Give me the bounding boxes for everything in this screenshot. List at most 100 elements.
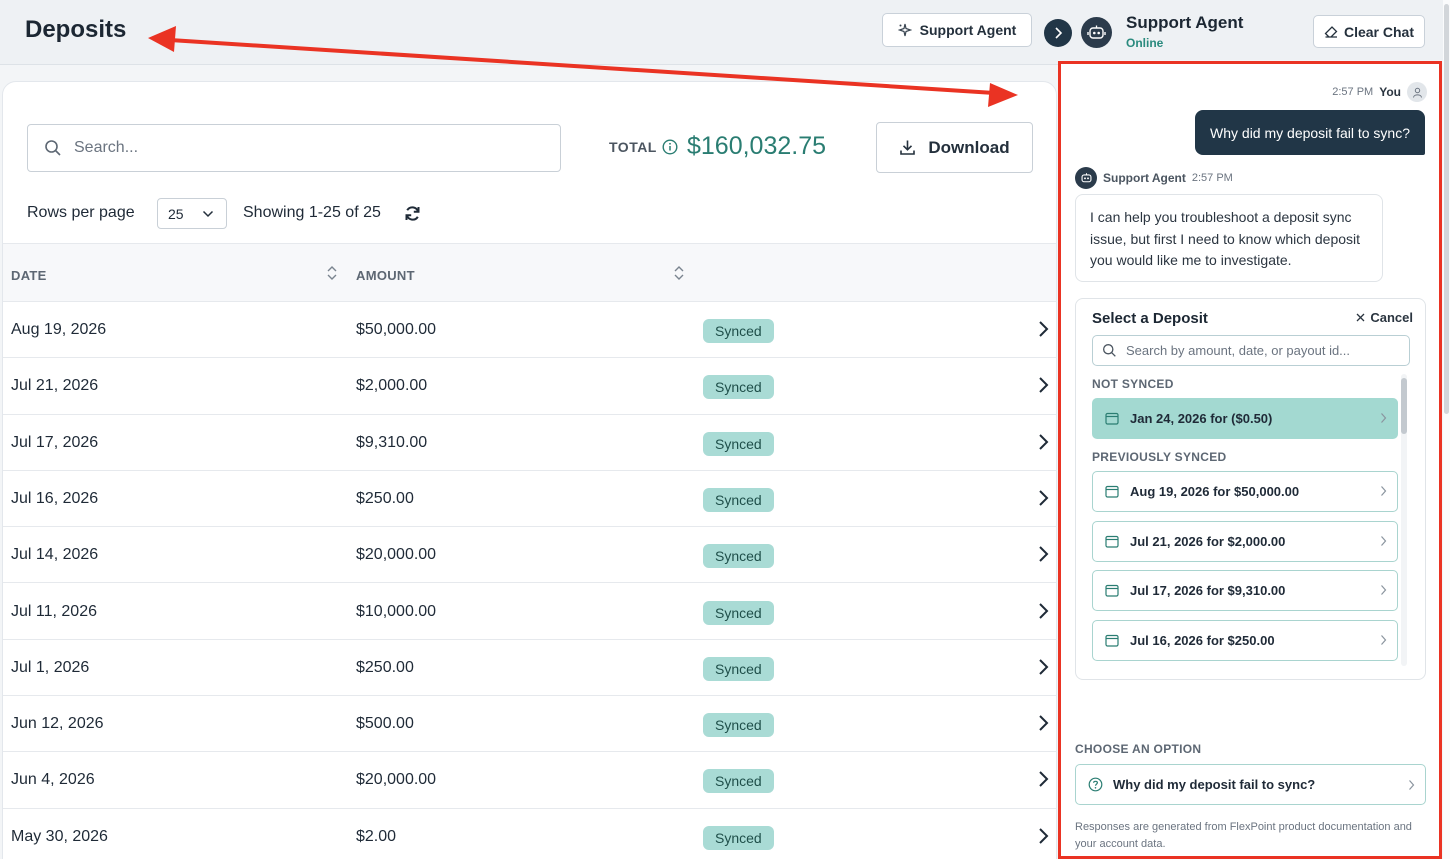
table-row[interactable]: Jul 17, 2026 $9,310.00 Synced	[3, 415, 1056, 471]
clear-chat-label: Clear Chat	[1343, 23, 1415, 40]
cancel-button[interactable]: Cancel	[1356, 310, 1413, 325]
user-message-time: 2:57 PM	[1332, 86, 1374, 98]
chevron-right-icon[interactable]	[1037, 376, 1049, 394]
pagination-summary: Showing 1-25 of 25	[243, 204, 381, 221]
sort-icon[interactable]	[326, 264, 338, 282]
total-amount: $160,032.75	[687, 132, 827, 160]
user-name: You	[1379, 85, 1401, 99]
page-scrollbar[interactable]	[1443, 0, 1450, 859]
deposit-selector: Select a Deposit Cancel NOT SYNCED Jan 2…	[1075, 298, 1426, 680]
search-icon	[1103, 344, 1116, 357]
deposit-amount: $20,000.00	[356, 771, 437, 789]
table-row[interactable]: Jun 4, 2026 $20,000.00 Synced	[3, 752, 1056, 809]
chevron-right-icon[interactable]	[1037, 714, 1049, 732]
table-row[interactable]: Jul 14, 2026 $20,000.00 Synced	[3, 527, 1056, 584]
suggested-option-label: Why did my deposit fail to sync?	[1113, 777, 1316, 792]
agent-message-time: 2:57 PM	[1191, 172, 1233, 184]
collapse-chat-button[interactable]	[1044, 19, 1072, 47]
deposit-search-box[interactable]	[1092, 335, 1410, 366]
deposit-option[interactable]: Jul 21, 2026 for $2,000.00	[1092, 520, 1398, 562]
deposit-date: Jul 16, 2026	[11, 489, 99, 507]
table-row[interactable]: Aug 19, 2026 $50,000.00 Synced	[3, 302, 1056, 359]
deposit-amount: $250.00	[356, 489, 414, 507]
calendar-icon	[1105, 485, 1119, 498]
status-badge: Synced	[703, 713, 774, 738]
total-label: TOTAL	[609, 139, 657, 155]
info-icon[interactable]	[662, 139, 678, 160]
status-badge: Synced	[703, 319, 774, 343]
chevron-right-icon[interactable]	[1037, 433, 1049, 451]
chevron-right-icon[interactable]	[1037, 602, 1049, 620]
chevron-right-icon[interactable]	[1037, 545, 1049, 563]
user-avatar	[1407, 82, 1427, 102]
deposit-option-label: Jul 16, 2026 for $250.00	[1130, 633, 1275, 649]
deposit-search-input[interactable]	[1126, 343, 1396, 358]
deposit-option-label: Aug 19, 2026 for $50,000.00	[1130, 484, 1300, 499]
table-row[interactable]: Jul 11, 2026 $10,000.00 Synced	[3, 584, 1056, 640]
table-row[interactable]: Jul 16, 2026 $250.00 Synced	[3, 471, 1056, 528]
support-agent-button[interactable]: Support Agent	[882, 13, 1032, 47]
deposit-amount: $2,000.00	[356, 377, 428, 395]
robot-icon	[1087, 25, 1106, 39]
column-header-amount[interactable]: AMOUNT	[356, 268, 415, 283]
agent-message-meta: Support Agent 2:57 PM	[1075, 167, 1233, 189]
chevron-right-icon[interactable]	[1037, 827, 1049, 845]
search-box[interactable]	[27, 124, 561, 172]
page-scrollbar-thumb[interactable]	[1444, 4, 1449, 414]
download-button-label: Download	[928, 137, 1010, 157]
deposit-date: Jun 12, 2026	[11, 715, 104, 733]
chevron-right-icon[interactable]	[1037, 658, 1049, 676]
deposit-date: Jun 4, 2026	[11, 771, 95, 789]
calendar-icon	[1105, 412, 1119, 425]
deposit-amount: $50,000.00	[356, 321, 437, 338]
table-row[interactable]: Jul 1, 2026 $250.00 Synced	[3, 640, 1056, 697]
close-icon	[1356, 313, 1365, 322]
app-window: Deposits Support Agent TOTAL $160,032.75…	[0, 0, 1450, 859]
scrollbar-thumb[interactable]	[1401, 378, 1407, 434]
search-input[interactable]	[74, 139, 514, 157]
chat-panel: 2:57 PM You Why did my deposit fail to s…	[1058, 61, 1442, 859]
deposit-amount: $9,310.00	[356, 433, 428, 451]
user-icon	[1412, 87, 1422, 98]
agent-status: Online	[1126, 36, 1164, 50]
deposit-amount: $20,000.00	[356, 546, 437, 564]
chevron-down-icon	[202, 210, 214, 217]
deposit-option[interactable]: Aug 19, 2026 for $50,000.00	[1092, 471, 1398, 512]
page-title: Deposits	[25, 16, 127, 43]
deposit-list-scrollbar[interactable]	[1401, 374, 1407, 666]
chevron-right-icon[interactable]	[1037, 320, 1049, 338]
rows-per-page-select[interactable]: 25	[157, 198, 227, 229]
sort-icon[interactable]	[673, 264, 685, 282]
chevron-right-icon[interactable]	[1037, 770, 1049, 788]
clear-chat-button[interactable]: Clear Chat	[1313, 15, 1425, 48]
refresh-icon[interactable]	[404, 205, 421, 227]
deposit-option[interactable]: Jul 16, 2026 for $250.00	[1092, 620, 1398, 662]
deposit-date: Jul 11, 2026	[11, 602, 97, 620]
download-button[interactable]: Download	[876, 122, 1033, 173]
chevron-right-icon[interactable]	[1037, 489, 1049, 507]
chevron-right-icon	[1381, 486, 1387, 496]
calendar-icon	[1105, 535, 1119, 548]
deposit-amount: $10,000.00	[356, 602, 437, 620]
column-header-date[interactable]: DATE	[11, 268, 47, 283]
deposit-date: Aug 19, 2026	[11, 321, 107, 338]
deposit-option-not-synced[interactable]: Jan 24, 2026 for ($0.50)	[1092, 398, 1398, 439]
sparkle-icon	[897, 23, 912, 37]
calendar-icon	[1105, 634, 1119, 647]
help-circle-icon	[1088, 777, 1103, 792]
table-row[interactable]: Jul 21, 2026 $2,000.00 Synced	[3, 358, 1056, 415]
chevron-right-icon	[1381, 585, 1387, 596]
chevron-right-icon	[1381, 635, 1387, 645]
deposit-option-label: Jul 21, 2026 for $2,000.00	[1130, 533, 1286, 549]
table-row[interactable]: Jun 12, 2026 $500.00 Synced	[3, 696, 1056, 753]
deposit-option[interactable]: Jul 17, 2026 for $9,310.00	[1092, 570, 1398, 612]
deposit-option-label: Jul 17, 2026 for $9,310.00	[1130, 583, 1286, 599]
suggested-option-button[interactable]: Why did my deposit fail to sync?	[1075, 764, 1426, 805]
table-row[interactable]: May 30, 2026 $2.00 Synced	[3, 809, 1056, 859]
agent-message-sender: Support Agent	[1103, 171, 1186, 185]
eraser-icon	[1324, 26, 1338, 38]
deposit-amount: $250.00	[356, 658, 414, 676]
deposits-panel: TOTAL $160,032.75 Download Rows per page…	[2, 81, 1057, 859]
user-message-meta: 2:57 PM You	[1332, 82, 1427, 102]
previously-synced-label: PREVIOUSLY SYNCED	[1092, 450, 1227, 464]
